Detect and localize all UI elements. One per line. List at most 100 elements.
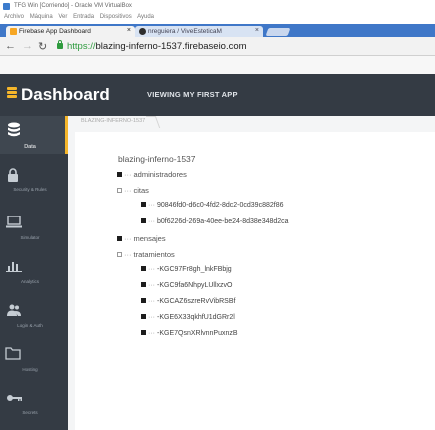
tree-node[interactable]: ··· b0f6226d-269a-40ee-be24-8d38e348d2ca bbox=[141, 217, 289, 225]
collapse-icon[interactable] bbox=[117, 251, 122, 257]
node-bullet-icon bbox=[141, 217, 146, 223]
tree-node[interactable]: ··· -KGE7QsnXRlvnnPuxnzB bbox=[141, 329, 238, 337]
url-field[interactable]: https://blazing-inferno-1537.firebaseio.… bbox=[67, 41, 247, 52]
sidebar-item-label: Analytics bbox=[20, 279, 39, 284]
sidebar-item-analytics[interactable]: Analytics bbox=[0, 248, 68, 290]
app-subtitle[interactable]: VIEWING MY FIRST APP bbox=[147, 90, 238, 99]
sidebar-item-secrets[interactable]: Secrets bbox=[0, 380, 68, 422]
new-tab-button[interactable] bbox=[265, 28, 291, 36]
node-label: -KGC97Fr8gh_lnkFBbjg bbox=[157, 266, 232, 273]
sidebar-item-label: Secrets bbox=[22, 410, 38, 415]
node-bullet-icon bbox=[141, 265, 146, 271]
node-connector: ··· bbox=[148, 314, 155, 321]
tree-node[interactable]: ··· -KGE6X33qkhfU1dGRr2l bbox=[141, 313, 235, 321]
node-label: administradores bbox=[133, 170, 187, 179]
forward-arrow-icon[interactable]: → bbox=[22, 40, 33, 52]
url-host: blazing-inferno-1537.firebaseio.com bbox=[95, 41, 247, 52]
github-favicon-icon bbox=[139, 28, 146, 35]
database-icon bbox=[8, 122, 20, 137]
tree-node[interactable]: ··· 90846fd0-d6c0-4fd2-8dc2-0cd39c882f86 bbox=[141, 201, 284, 209]
sidebar-item-label: Hosting bbox=[22, 367, 38, 372]
secure-lock-icon bbox=[57, 40, 63, 49]
node-bullet-icon bbox=[141, 313, 146, 319]
tree-node[interactable]: ··· tratamientos bbox=[117, 250, 175, 259]
node-label: tratamientos bbox=[133, 250, 175, 259]
sidebar-item-label: Simulator bbox=[20, 235, 40, 240]
tab-firebase-dashboard[interactable]: Firebase App Dashboard × bbox=[6, 26, 135, 37]
dashboard-header: Dashboard VIEWING MY FIRST APP bbox=[0, 74, 435, 116]
address-bar: ← → ↻ https://blazing-inferno-1537.fireb… bbox=[0, 37, 435, 56]
firebase-favicon-icon bbox=[10, 28, 17, 35]
node-label: -KGE7QsnXRlvnnPuxnzB bbox=[157, 330, 238, 337]
reload-icon[interactable]: ↻ bbox=[38, 40, 47, 53]
menu-dispositivos[interactable]: Dispositivos bbox=[100, 14, 132, 20]
tree-node[interactable]: ··· citas bbox=[117, 186, 149, 195]
firebase-logo-icon bbox=[7, 87, 17, 100]
sidebar-item-login-auth[interactable]: Login & Auth bbox=[0, 292, 68, 334]
tree-node[interactable]: ··· -KGC97Fr8gh_lnkFBbjg bbox=[141, 265, 232, 273]
tab-label: Firebase App Dashboard bbox=[19, 28, 91, 35]
sidebar-item-security[interactable]: Security & Rules bbox=[0, 160, 68, 202]
page-top-strip bbox=[0, 56, 435, 74]
node-label: 90846fd0-d6c0-4fd2-8dc2-0cd39c882f86 bbox=[157, 202, 284, 209]
menu-archivo[interactable]: Archivo bbox=[4, 14, 24, 20]
node-label: citas bbox=[133, 186, 149, 195]
bar-chart-icon bbox=[6, 262, 22, 272]
node-connector: ··· bbox=[148, 202, 155, 209]
laptop-icon bbox=[6, 216, 22, 228]
sidebar-item-simulator[interactable]: Simulator bbox=[0, 204, 68, 246]
virtualbox-icon bbox=[3, 3, 10, 10]
tab-close-icon[interactable]: × bbox=[127, 27, 131, 34]
folder-icon bbox=[5, 347, 21, 360]
vm-window-title: TFG Win [Corriendo] - Oracle VM VirtualB… bbox=[0, 0, 435, 13]
tree-root-node[interactable]: blazing-inferno-1537 bbox=[118, 154, 196, 164]
sidebar: Data Security & Rules Simulator Analytic… bbox=[0, 116, 68, 430]
node-bullet-icon bbox=[141, 201, 146, 207]
collapse-icon[interactable] bbox=[117, 187, 122, 193]
node-bullet-icon bbox=[141, 329, 146, 335]
node-connector: ··· bbox=[148, 282, 155, 289]
node-label: mensajes bbox=[133, 234, 166, 243]
node-label: -KGE6X33qkhfU1dGRr2l bbox=[157, 314, 235, 321]
node-bullet-icon bbox=[141, 281, 146, 287]
node-bullet-icon bbox=[117, 171, 122, 177]
key-icon bbox=[7, 395, 22, 401]
vm-title-text: TFG Win [Corriendo] - Oracle VM VirtualB… bbox=[14, 3, 132, 9]
sidebar-item-data[interactable]: Data bbox=[0, 116, 68, 154]
page-title: Dashboard bbox=[21, 85, 110, 104]
node-label: b0f6226d-269a-40ee-be24-8d38e348d2ca bbox=[157, 218, 289, 225]
node-label: -KGCAZ6szreRvVibRSBf bbox=[157, 298, 236, 305]
tab-label: nreguiera / ViveEsteticaM bbox=[148, 28, 222, 35]
node-connector: ··· bbox=[148, 218, 155, 225]
tree-node[interactable]: ··· -KGC9fa6NhpyLUllxzvO bbox=[141, 281, 233, 289]
node-label: -KGC9fa6NhpyLUllxzvO bbox=[157, 282, 233, 289]
breadcrumb[interactable]: BLAZING-INFERNO-1537 bbox=[75, 116, 151, 126]
node-bullet-icon bbox=[117, 235, 122, 241]
users-icon bbox=[7, 304, 21, 316]
node-connector: ··· bbox=[148, 298, 155, 305]
tree-node[interactable]: ··· mensajes bbox=[117, 234, 166, 243]
menu-entrada[interactable]: Entrada bbox=[73, 14, 94, 20]
tab-github[interactable]: nreguiera / ViveEsteticaM × bbox=[135, 26, 263, 37]
sidebar-item-label: Data bbox=[24, 144, 36, 150]
menu-ayuda[interactable]: Ayuda bbox=[137, 14, 154, 20]
menu-ver[interactable]: Ver bbox=[58, 14, 67, 20]
lock-icon bbox=[8, 168, 18, 182]
node-connector: ··· bbox=[148, 330, 155, 337]
sidebar-item-label: Security & Rules bbox=[13, 187, 47, 192]
browser-tab-strip: Firebase App Dashboard × nreguiera / Viv… bbox=[0, 24, 435, 37]
sidebar-item-hosting[interactable]: Hosting bbox=[0, 336, 68, 378]
url-scheme: https:// bbox=[67, 41, 96, 52]
node-connector: ··· bbox=[124, 234, 132, 243]
node-bullet-icon bbox=[141, 297, 146, 303]
sidebar-item-label: Login & Auth bbox=[17, 323, 43, 328]
menu-maquina[interactable]: Máquina bbox=[30, 14, 53, 20]
node-connector: ··· bbox=[124, 250, 132, 259]
tab-close-icon[interactable]: × bbox=[255, 27, 259, 34]
back-arrow-icon[interactable]: ← bbox=[5, 40, 16, 52]
node-connector: ··· bbox=[124, 170, 132, 179]
tree-node[interactable]: ··· administradores bbox=[117, 170, 187, 179]
tree-node[interactable]: ··· -KGCAZ6szreRvVibRSBf bbox=[141, 297, 236, 305]
node-connector: ··· bbox=[124, 186, 132, 195]
vm-menu-bar: Archivo Máquina Ver Entrada Dispositivos… bbox=[0, 13, 435, 24]
